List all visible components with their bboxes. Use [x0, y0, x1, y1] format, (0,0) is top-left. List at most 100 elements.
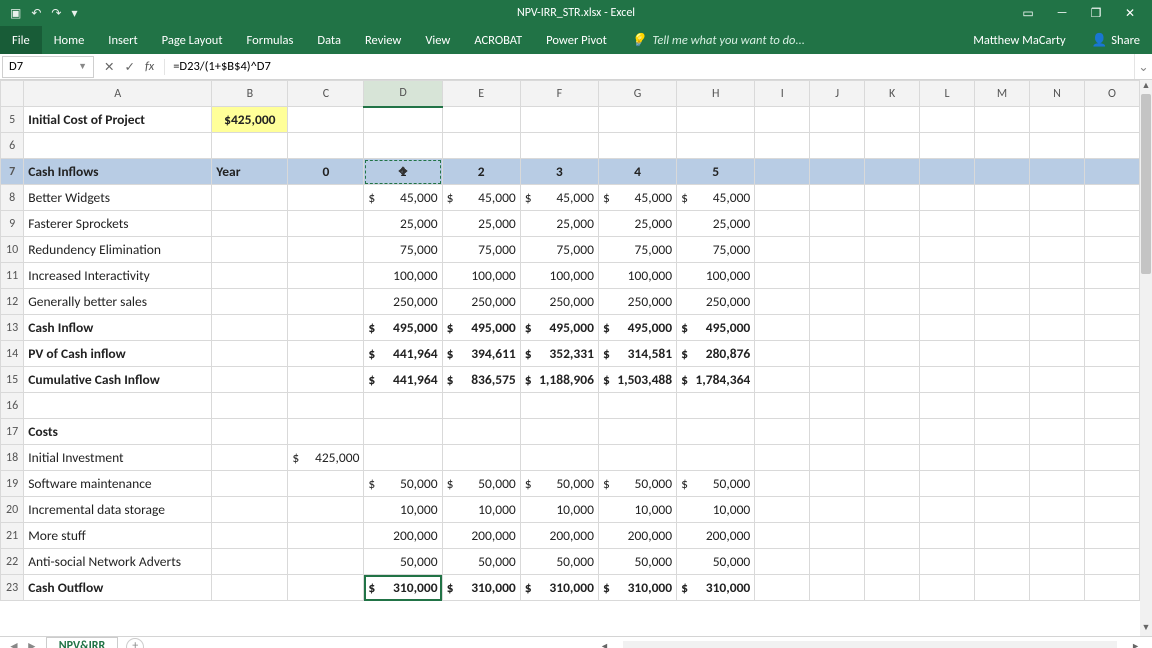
- cell-blank[interactable]: [920, 367, 975, 393]
- cell-C12[interactable]: [288, 289, 364, 315]
- cell-D9[interactable]: 25,000: [364, 211, 442, 237]
- cell-blank[interactable]: [755, 211, 810, 237]
- cell-blank[interactable]: [1029, 419, 1084, 445]
- cell-blank[interactable]: [975, 211, 1030, 237]
- cell-F23[interactable]: 310,000: [520, 575, 598, 601]
- col-header-N[interactable]: N: [1029, 81, 1084, 107]
- cell-A10[interactable]: Redundency Elimination: [24, 237, 212, 263]
- cell-B23[interactable]: [212, 575, 288, 601]
- cell-blank[interactable]: [810, 159, 865, 185]
- cell-H14[interactable]: 280,876: [677, 341, 755, 367]
- cell-blank[interactable]: [755, 263, 810, 289]
- cell-blank[interactable]: [810, 471, 865, 497]
- cell-C20[interactable]: [288, 497, 364, 523]
- col-header-H[interactable]: H: [677, 81, 755, 107]
- cell-blank[interactable]: [865, 133, 920, 159]
- cell-H18[interactable]: [677, 445, 755, 471]
- cell-F18[interactable]: [520, 445, 598, 471]
- cell-H22[interactable]: 50,000: [677, 549, 755, 575]
- cell-blank[interactable]: [865, 497, 920, 523]
- cell-C15[interactable]: [288, 367, 364, 393]
- cell-A17[interactable]: Costs: [24, 419, 212, 445]
- cell-blank[interactable]: [975, 471, 1030, 497]
- cell-blank[interactable]: [1084, 549, 1139, 575]
- cell-G15[interactable]: 1,503,488: [598, 367, 676, 393]
- cell-blank[interactable]: [810, 237, 865, 263]
- cell-C22[interactable]: [288, 549, 364, 575]
- cell-B6[interactable]: [212, 133, 288, 159]
- cell-E15[interactable]: 836,575: [442, 367, 520, 393]
- cell-G6[interactable]: [598, 133, 676, 159]
- cell-E9[interactable]: 25,000: [442, 211, 520, 237]
- cell-E8[interactable]: 45,000: [442, 185, 520, 211]
- cell-B20[interactable]: [212, 497, 288, 523]
- cell-blank[interactable]: [1029, 549, 1084, 575]
- cell-blank[interactable]: [755, 549, 810, 575]
- cell-blank[interactable]: [1029, 185, 1084, 211]
- cell-B21[interactable]: [212, 523, 288, 549]
- fx-button[interactable]: fx: [145, 59, 154, 74]
- cell-D6[interactable]: [364, 133, 442, 159]
- cell-A6[interactable]: [24, 133, 212, 159]
- cell-blank[interactable]: [865, 341, 920, 367]
- cell-F10[interactable]: 75,000: [520, 237, 598, 263]
- row-header-15[interactable]: 15: [1, 367, 24, 393]
- cell-blank[interactable]: [865, 445, 920, 471]
- cell-A23[interactable]: Cash Outflow: [24, 575, 212, 601]
- cell-B10[interactable]: [212, 237, 288, 263]
- row-header-20[interactable]: 20: [1, 497, 24, 523]
- cell-D18[interactable]: [364, 445, 442, 471]
- cell-blank[interactable]: [865, 185, 920, 211]
- cell-G16[interactable]: [598, 393, 676, 419]
- cell-B22[interactable]: [212, 549, 288, 575]
- cell-A5[interactable]: Initial Cost of Project: [24, 107, 212, 133]
- cell-blank[interactable]: [975, 133, 1030, 159]
- cell-blank[interactable]: [865, 367, 920, 393]
- cell-C6[interactable]: [288, 133, 364, 159]
- cell-B5[interactable]: $425,000: [212, 107, 288, 133]
- cell-blank[interactable]: [755, 471, 810, 497]
- cell-C8[interactable]: [288, 185, 364, 211]
- cell-B11[interactable]: [212, 263, 288, 289]
- cell-E17[interactable]: [442, 419, 520, 445]
- cell-G12[interactable]: 250,000: [598, 289, 676, 315]
- cell-C10[interactable]: [288, 237, 364, 263]
- cell-A12[interactable]: Generally better sales: [24, 289, 212, 315]
- row-header-5[interactable]: 5: [1, 107, 24, 133]
- cell-blank[interactable]: [865, 575, 920, 601]
- cell-blank[interactable]: [975, 367, 1030, 393]
- spreadsheet-grid[interactable]: ABCDEFGHIJKLMNO5Initial Cost of Project$…: [0, 80, 1152, 636]
- tab-review[interactable]: Review: [353, 26, 413, 54]
- account-name[interactable]: Matthew MaCarty: [959, 26, 1080, 54]
- cell-H8[interactable]: 45,000: [677, 185, 755, 211]
- cell-F15[interactable]: 1,188,906: [520, 367, 598, 393]
- cell-blank[interactable]: [865, 107, 920, 133]
- cell-G8[interactable]: 45,000: [598, 185, 676, 211]
- cell-F22[interactable]: 50,000: [520, 549, 598, 575]
- cell-blank[interactable]: [975, 575, 1030, 601]
- cell-blank[interactable]: [1084, 471, 1139, 497]
- cell-blank[interactable]: [975, 523, 1030, 549]
- cell-D8[interactable]: 45,000: [364, 185, 442, 211]
- cell-blank[interactable]: [1084, 185, 1139, 211]
- cell-C14[interactable]: [288, 341, 364, 367]
- cell-F17[interactable]: [520, 419, 598, 445]
- cell-blank[interactable]: [810, 133, 865, 159]
- col-header-L[interactable]: L: [920, 81, 975, 107]
- cell-F13[interactable]: 495,000: [520, 315, 598, 341]
- cell-E12[interactable]: 250,000: [442, 289, 520, 315]
- cell-D14[interactable]: 441,964: [364, 341, 442, 367]
- cell-C18[interactable]: 425,000: [288, 445, 364, 471]
- cell-A18[interactable]: Initial Investment: [24, 445, 212, 471]
- cell-F21[interactable]: 200,000: [520, 523, 598, 549]
- cell-D7[interactable]: 1✥: [364, 159, 442, 185]
- cell-A11[interactable]: Increased Interactivity: [24, 263, 212, 289]
- cell-B8[interactable]: [212, 185, 288, 211]
- cell-F8[interactable]: 45,000: [520, 185, 598, 211]
- cell-blank[interactable]: [755, 289, 810, 315]
- cell-B12[interactable]: [212, 289, 288, 315]
- cell-blank[interactable]: [920, 523, 975, 549]
- tab-power-pivot[interactable]: Power Pivot: [534, 26, 619, 54]
- cell-blank[interactable]: [920, 107, 975, 133]
- sheet-nav-prev-icon[interactable]: ◄: [8, 639, 20, 648]
